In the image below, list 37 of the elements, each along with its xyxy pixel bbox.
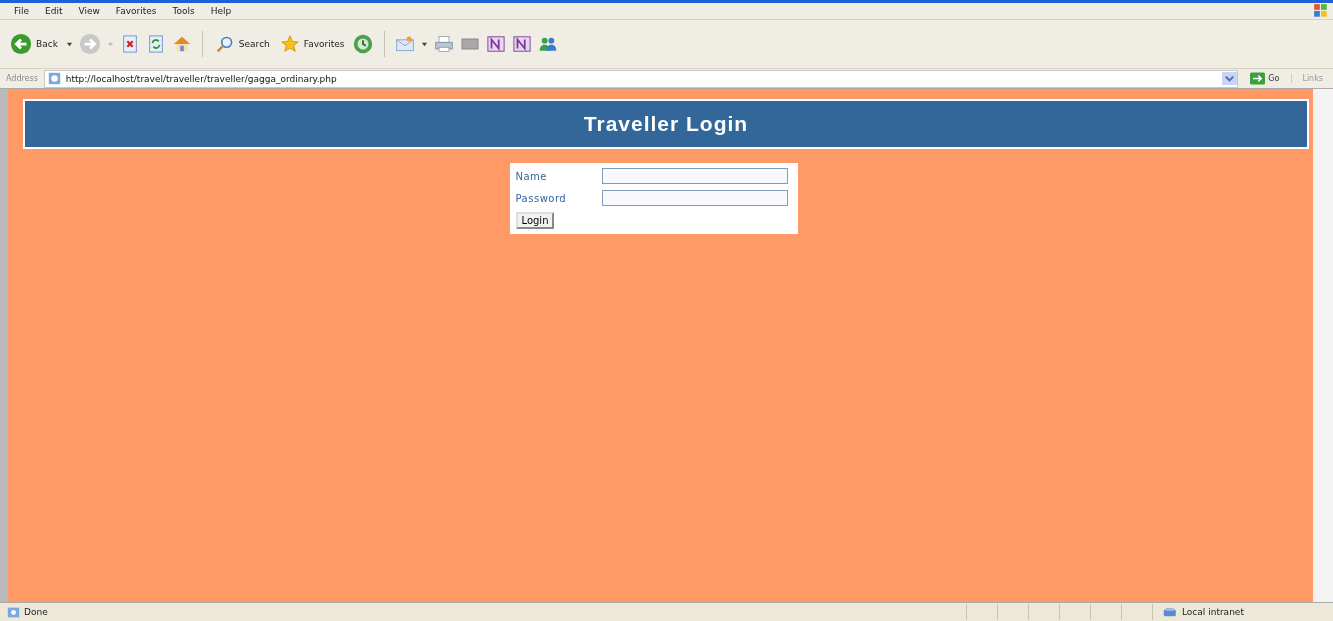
favorites-button[interactable]: Favorites	[277, 35, 347, 53]
page-icon[interactable]	[6, 605, 21, 619]
address-field[interactable]: http://localhost/travel/traveller/traveller/gagga_ordinary.php	[43, 69, 1239, 88]
page-title: Traveller Login	[583, 112, 749, 136]
intranet-icon[interactable]	[1163, 605, 1178, 619]
windows-logo-icon	[1313, 3, 1329, 19]
onenote-icon[interactable]	[486, 35, 507, 53]
dropdown-caret-icon[interactable]	[65, 40, 73, 48]
dropdown-arrow-icon[interactable]	[1222, 72, 1238, 85]
printer-icon[interactable]	[434, 35, 455, 53]
menu-item[interactable]: Tools	[172, 6, 195, 16]
page-icon[interactable]	[46, 72, 62, 85]
input-field[interactable]	[601, 190, 788, 206]
zone-text: Local intranet	[1182, 607, 1244, 617]
dropdown-caret-icon[interactable]	[421, 40, 429, 48]
menu-item[interactable]: Edit	[45, 6, 63, 16]
go-arrow-icon[interactable]	[1250, 72, 1266, 85]
login-button[interactable]: Login	[515, 212, 555, 229]
mail-icon[interactable]	[395, 35, 416, 53]
magnifier-icon[interactable]	[214, 35, 235, 53]
status-text: Done	[24, 607, 48, 617]
menu-item[interactable]: File	[14, 6, 30, 16]
menu-item[interactable]: Help	[210, 6, 232, 16]
field-label: Name	[515, 170, 548, 182]
history-icon[interactable]	[352, 33, 375, 55]
address-label: Address	[6, 74, 38, 83]
home-icon[interactable]	[171, 35, 192, 53]
input-field[interactable]	[601, 168, 788, 184]
menu-item[interactable]: View	[78, 6, 100, 16]
field-label: Password	[515, 192, 568, 204]
star-icon[interactable]	[279, 35, 300, 53]
onenote-icon[interactable]	[512, 35, 533, 53]
menu-item[interactable]: Favorites	[115, 6, 157, 16]
go-button[interactable]: Go	[1244, 72, 1286, 85]
back-button[interactable]: Back	[8, 33, 60, 55]
people-icon[interactable]	[538, 35, 559, 53]
search-button[interactable]: Search	[212, 35, 272, 53]
